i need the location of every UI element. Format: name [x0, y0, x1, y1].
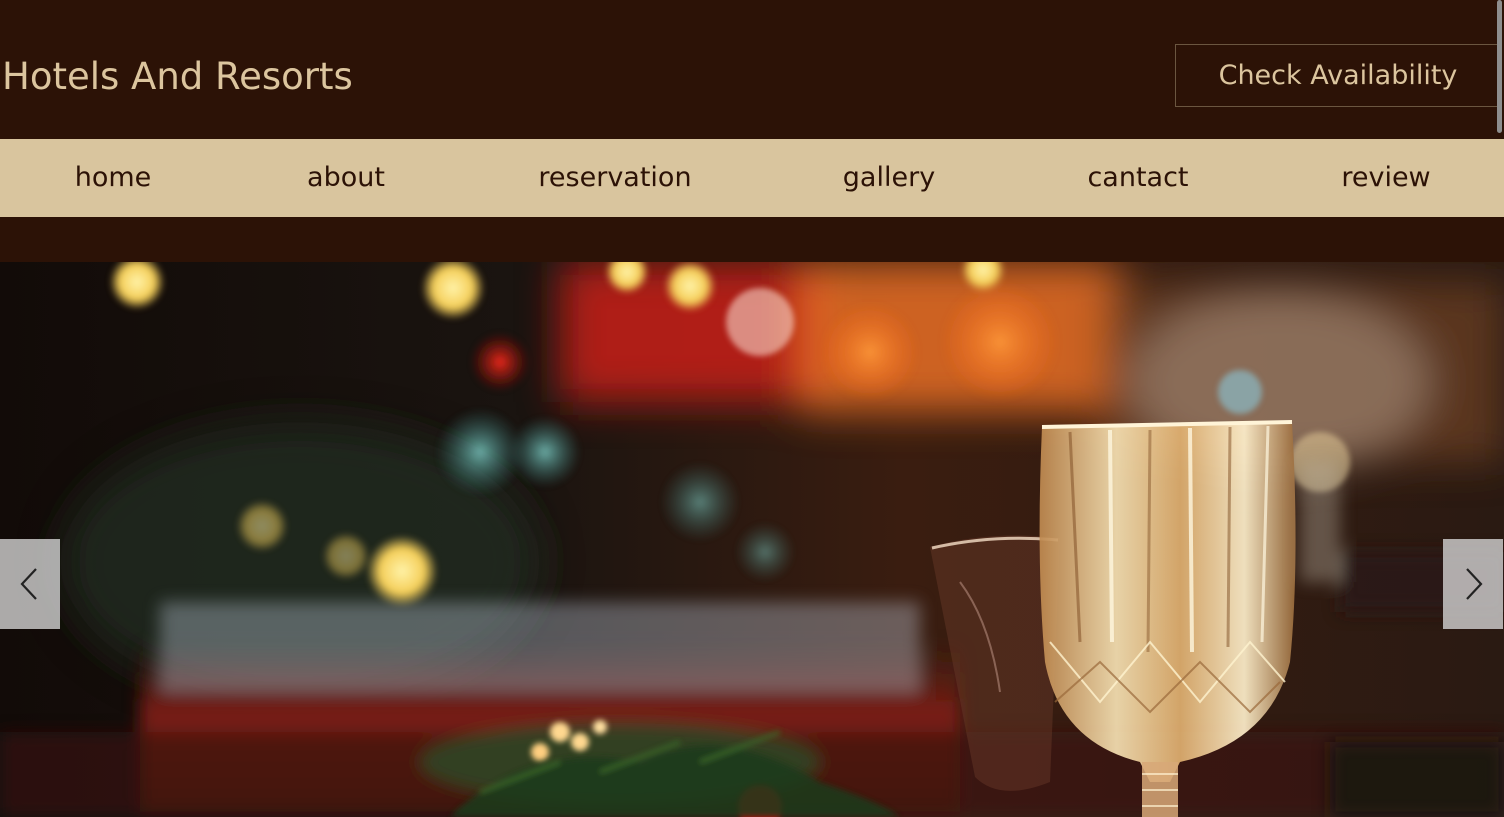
site-title: Hotels And Resorts: [2, 55, 353, 98]
slider-prev-button[interactable]: [0, 539, 60, 629]
nav-item-about[interactable]: about: [294, 139, 398, 217]
nav-item-contact[interactable]: cantact: [1076, 139, 1200, 217]
hero-image: [0, 262, 1504, 817]
main-nav: home about reservation gallery cantact r…: [0, 139, 1504, 217]
chevron-left-icon: [20, 568, 37, 600]
chevron-right-icon: [1466, 568, 1483, 600]
nav-item-gallery[interactable]: gallery: [832, 139, 946, 217]
check-availability-button[interactable]: Check Availability: [1175, 44, 1501, 107]
scrollbar-thumb[interactable]: [1497, 0, 1502, 133]
nav-item-home[interactable]: home: [60, 139, 166, 217]
hero-slider: [0, 262, 1504, 817]
slider-next-button[interactable]: [1443, 539, 1503, 629]
nav-item-reservation[interactable]: reservation: [528, 139, 702, 217]
site-header: Hotels And Resorts Check Availability: [0, 0, 1504, 139]
page: Hotels And Resorts Check Availability ho…: [0, 0, 1504, 817]
nav-item-review[interactable]: review: [1330, 139, 1442, 217]
page-scrollbar[interactable]: [1497, 0, 1502, 817]
